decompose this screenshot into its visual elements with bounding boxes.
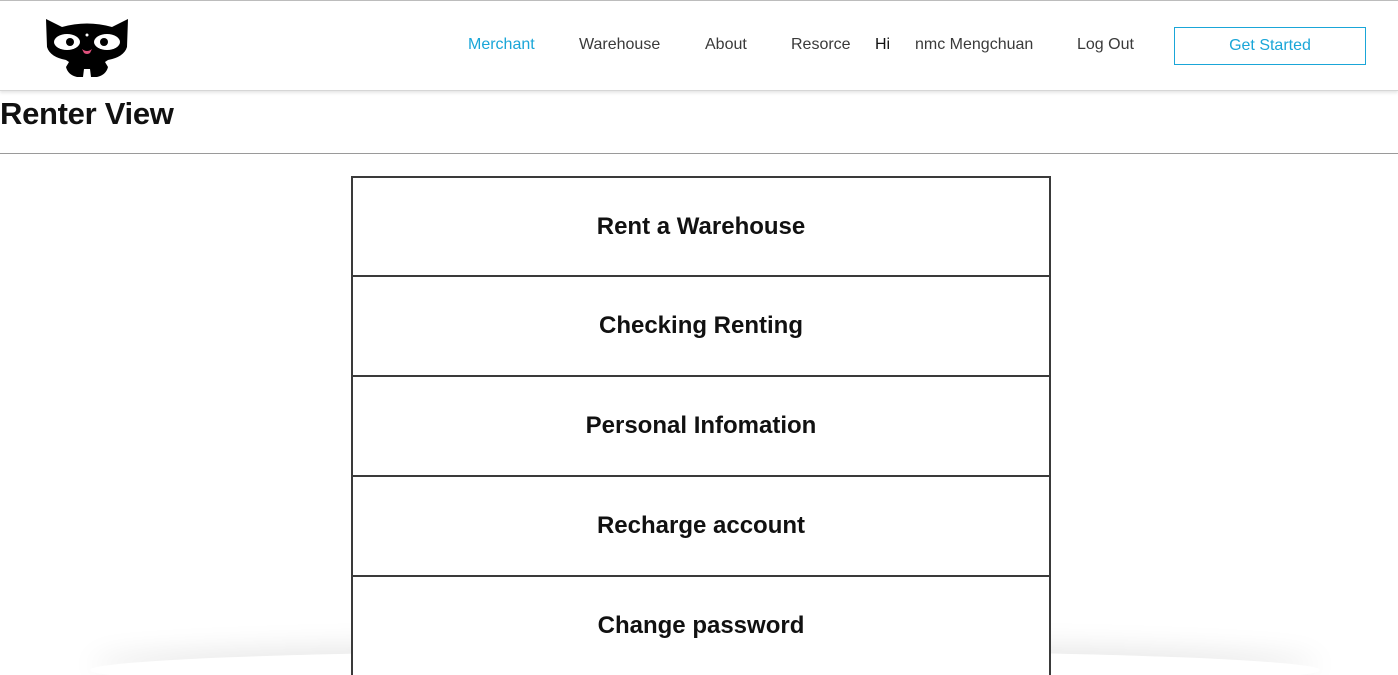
page-title: Renter View <box>0 96 174 131</box>
personal-information-button[interactable]: Personal Infomation <box>351 376 1051 476</box>
greeting-text: Hi <box>875 36 891 53</box>
renter-menu: Rent a Warehouse Checking Renting Person… <box>351 176 1051 675</box>
cat-face-logo-icon[interactable] <box>44 17 130 79</box>
title-divider <box>0 153 1398 154</box>
get-started-button[interactable]: Get Started <box>1174 27 1366 65</box>
logout-link[interactable]: Log Out <box>1077 36 1134 54</box>
nav-resorce[interactable]: Resorce <box>791 36 851 54</box>
nav-warehouse[interactable]: Warehouse <box>579 36 660 54</box>
top-nav-bar: Merchant Warehouse About Resorce Hi nmc … <box>0 0 1398 91</box>
recharge-account-button[interactable]: Recharge account <box>351 476 1051 576</box>
nav-merchant[interactable]: Merchant <box>468 36 535 54</box>
change-password-button[interactable]: Change password <box>351 576 1051 675</box>
nav-about[interactable]: About <box>705 36 747 54</box>
rent-warehouse-button[interactable]: Rent a Warehouse <box>351 176 1051 276</box>
username-text: nmc Mengchuan <box>915 36 1034 53</box>
checking-renting-button[interactable]: Checking Renting <box>351 276 1051 376</box>
